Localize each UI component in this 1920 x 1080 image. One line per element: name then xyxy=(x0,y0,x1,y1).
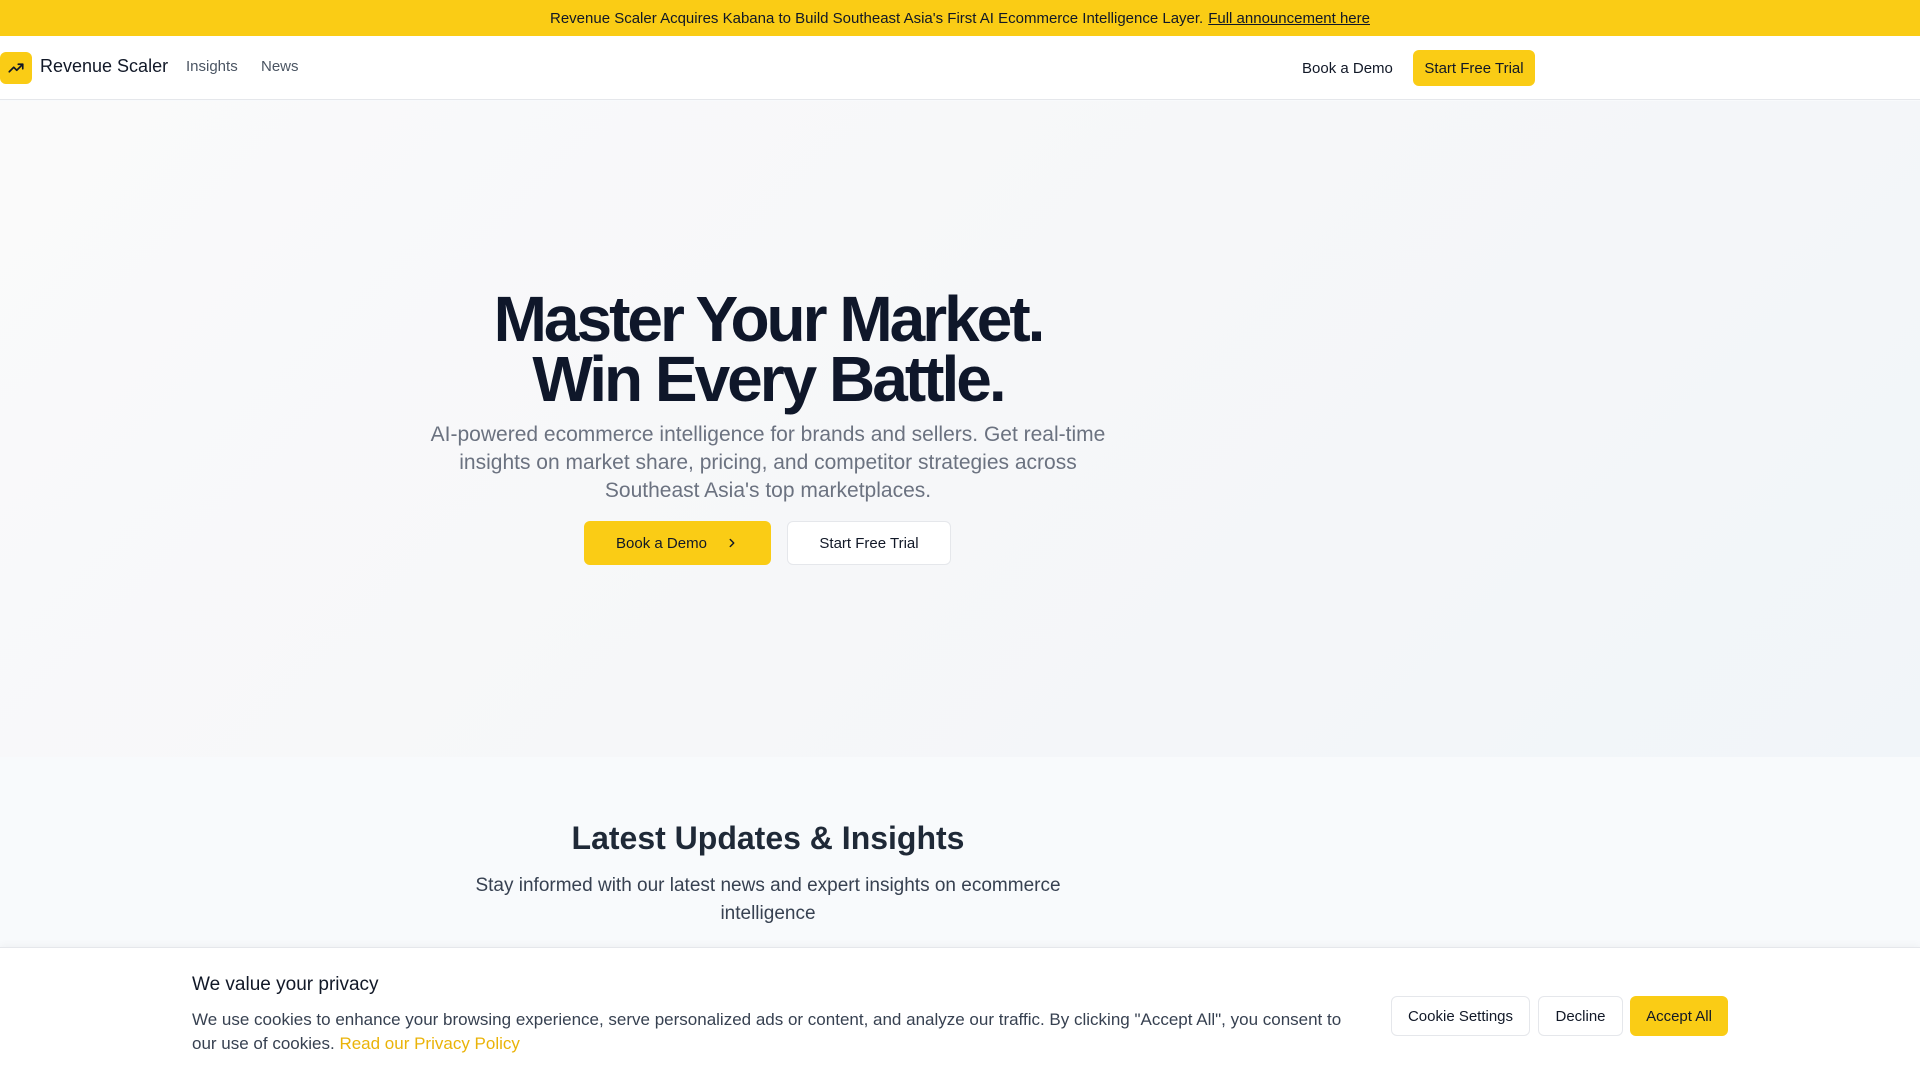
announcement-text: Revenue Scaler Acquires Kabana to Build … xyxy=(550,9,1204,27)
trending-up-icon xyxy=(8,63,24,73)
privacy-policy-link[interactable]: Read our Privacy Policy xyxy=(339,1034,519,1053)
cookie-banner: We value your privacy We use cookies to … xyxy=(0,947,1920,1080)
cookie-settings-button[interactable]: Cookie Settings xyxy=(1391,996,1530,1036)
updates-title: Latest Updates & Insights xyxy=(571,820,965,856)
chevron-right-icon xyxy=(729,538,735,548)
announcement-link[interactable]: Full announcement here xyxy=(1208,10,1370,27)
cookie-accept-button[interactable]: Accept All xyxy=(1630,996,1728,1036)
nav-link-news[interactable]: News xyxy=(261,58,299,75)
logo[interactable] xyxy=(0,52,32,84)
cookie-text: We use cookies to enhance your browsing … xyxy=(192,1008,1362,1056)
cookie-decline-button[interactable]: Decline xyxy=(1538,996,1623,1036)
top-nav: Revenue Scaler Insights News Book a Demo… xyxy=(0,36,1920,100)
hero-title-line-1: Master Your Market. xyxy=(493,283,1046,355)
hero-book-demo-button[interactable]: Book a Demo xyxy=(584,521,771,565)
hero-title: Master Your Market. Win Every Battle. xyxy=(0,283,1536,415)
nav-book-demo-button[interactable]: Book a Demo xyxy=(1292,50,1403,86)
hero-section: Master Your Market. Win Every Battle. AI… xyxy=(0,101,1920,757)
hero-start-trial-button[interactable]: Start Free Trial xyxy=(787,521,951,565)
announcement-bar: Revenue Scaler Acquires Kabana to Build … xyxy=(0,0,1920,36)
cookie-title: We value your privacy xyxy=(192,974,379,995)
updates-subtitle: Stay informed with our latest news and e… xyxy=(475,875,1061,924)
hero-title-line-2: Win Every Battle. xyxy=(532,343,1006,415)
hero-subtitle: AI-powered ecommerce intelligence for br… xyxy=(430,423,1106,502)
hero-book-demo-label: Book a Demo xyxy=(616,534,707,552)
nav-start-trial-button[interactable]: Start Free Trial xyxy=(1413,50,1535,86)
nav-link-insights[interactable]: Insights xyxy=(186,58,238,75)
brand-name[interactable]: Revenue Scaler xyxy=(40,56,168,77)
